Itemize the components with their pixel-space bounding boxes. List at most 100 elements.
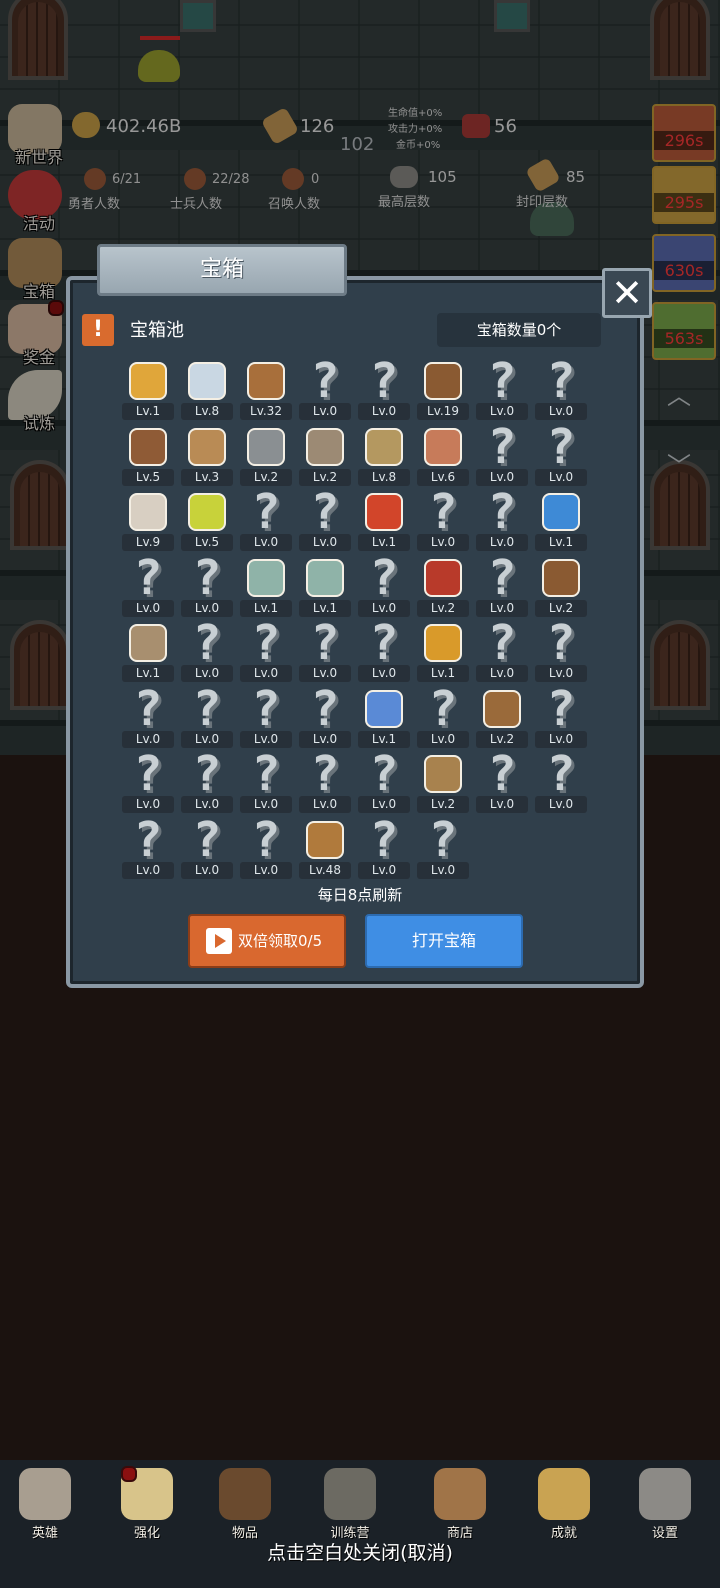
chest-item-slot[interactable]: ? Lv.0 [472,423,532,490]
chest-item-slot[interactable]: ? Lv.0 [118,554,178,621]
chest-item-slot[interactable]: ? Lv.0 [531,619,591,686]
chest-item-slot[interactable]: ? Lv.0 [295,750,355,817]
close-button[interactable]: ✕ [602,268,652,318]
chest-item-slot[interactable]: ? Lv.0 [177,619,237,686]
leather-armor-icon [421,358,465,404]
chest-item-slot[interactable]: ? Lv.0 [236,816,296,883]
chest-item-slot[interactable]: ? Lv.0 [354,619,414,686]
dagger-icon [185,424,229,470]
nav-item[interactable]: 训练营 [310,1460,390,1541]
chest-item-slot[interactable]: Lv.3 [177,424,237,490]
chest-item-slot[interactable]: Lv.1 [531,489,591,555]
chest-item-slot[interactable]: ? Lv.0 [295,615,355,686]
chest-item-slot[interactable]: Lv.2 [295,424,355,490]
chest-item-slot[interactable]: Lv.8 [354,424,414,490]
chest-item-slot[interactable]: Lv.2 [413,751,473,817]
chest-item-slot[interactable]: ? Lv.0 [472,488,532,555]
chest-item-slot[interactable]: ? Lv.0 [118,816,178,883]
blue-potion-icon [539,489,583,535]
chest-item-slot[interactable]: ? Lv.0 [413,488,473,555]
item-level: Lv.0 [476,599,528,617]
item-level: Lv.32 [240,403,292,420]
chest-item-slot[interactable]: ? Lv.0 [177,685,237,752]
nav-item[interactable]: 商店 [420,1460,500,1541]
chest-item-slot[interactable]: ? Lv.0 [236,685,296,752]
chest-item-slot[interactable]: Lv.1 [118,358,178,424]
chest-item-slot[interactable]: ? Lv.0 [354,750,414,817]
nav-item[interactable]: 成就 [524,1460,604,1541]
backpack-icon [480,686,524,732]
chest-item-slot[interactable]: ? Lv.0 [531,423,591,490]
chest-item-slot[interactable]: Lv.5 [177,489,237,555]
chest-item-slot[interactable]: ? Lv.0 [236,488,296,555]
chest-item-slot[interactable]: ? Lv.0 [354,357,414,424]
chest-item-slot[interactable]: ? Lv.0 [413,685,473,752]
item-level: Lv.5 [181,534,233,551]
chest-item-slot[interactable]: Lv.1 [236,555,296,621]
item-level: Lv.0 [476,468,528,486]
unknown-icon: ? [546,680,576,737]
nav-item[interactable]: 物品 [205,1460,285,1541]
unknown-icon: ? [310,615,340,671]
nav-item[interactable]: 英雄 [5,1460,85,1541]
chest-item-slot[interactable]: Lv.2 [236,424,296,490]
item-level: Lv.0 [535,665,587,682]
chest-item-slot[interactable]: ? Lv.0 [295,685,355,752]
item-level: Lv.0 [299,534,351,551]
chest-item-slot[interactable]: ? Lv.0 [295,488,355,555]
chest-item-slot[interactable]: Lv.9 [118,489,178,555]
chest-item-slot[interactable]: ? Lv.0 [354,811,414,883]
chest-item-slot[interactable]: ? Lv.0 [472,750,532,817]
chest-item-slot[interactable]: ? Lv.0 [354,549,414,621]
chest-item-slot[interactable]: ? Lv.0 [236,746,296,817]
chest-item-slot[interactable]: Lv.5 [118,424,178,490]
chest-item-slot[interactable]: ? Lv.0 [531,750,591,817]
chest-item-slot[interactable]: ? Lv.0 [177,816,237,883]
chest-item-slot[interactable]: ? Lv.0 [472,619,532,686]
chest-item-slot[interactable]: ? Lv.0 [413,816,473,883]
chest-item-slot[interactable]: ? Lv.0 [118,685,178,752]
chest-item-slot[interactable]: ? Lv.0 [472,554,532,621]
chest-item-slot[interactable]: ? Lv.0 [472,357,532,424]
nav-item[interactable]: 强化 [107,1460,187,1541]
chest-item-slot[interactable]: Lv.2 [413,555,473,621]
chest-item-slot[interactable]: Lv.32 [236,358,296,424]
chest-item-slot[interactable]: Lv.48 [295,817,355,883]
chest-item-slot[interactable]: Lv.2 [472,686,532,752]
chest-item-slot[interactable]: ? Lv.0 [531,680,591,752]
chest-item-slot[interactable]: ? Lv.0 [295,357,355,424]
item-level: Lv.0 [358,861,410,879]
item-level: Lv.0 [122,796,174,813]
chest-item-slot[interactable]: Lv.1 [118,620,178,686]
unknown-icon: ? [369,549,399,606]
item-level: Lv.0 [181,730,233,748]
alert-icon[interactable]: ! [82,314,114,346]
nav-item[interactable]: 设置 [625,1460,705,1541]
red-potion-icon [362,489,406,535]
chest-item-slot[interactable]: ? Lv.0 [236,619,296,686]
chest-item-slot[interactable]: ? Lv.0 [177,750,237,817]
beer-mug-icon [303,817,347,863]
item-level: Lv.19 [417,403,469,420]
chest-item-slot[interactable]: Lv.19 [413,358,473,424]
chest-item-slot[interactable]: Lv.2 [531,555,591,621]
double-claim-button[interactable]: 双倍领取0/5 [188,914,346,968]
chest-item-slot[interactable]: Lv.6 [413,424,473,490]
item-level: Lv.2 [417,599,469,617]
unknown-icon: ? [192,549,222,606]
chest-item-slot[interactable]: ? Lv.0 [531,357,591,424]
open-chest-button[interactable]: 打开宝箱 [365,914,523,968]
chest-item-slot[interactable]: ? Lv.0 [177,549,237,621]
red-vial-icon [421,555,465,601]
chest-item-slot[interactable]: Lv.1 [295,555,355,621]
unknown-icon: ? [369,811,399,868]
chest-item-slot[interactable]: Lv.1 [354,489,414,555]
chest-item-slot[interactable]: Lv.8 [177,358,237,424]
chest-item-slot[interactable]: ? Lv.0 [118,750,178,817]
flour-bowl-icon [126,489,170,535]
chest-item-slot[interactable]: Lv.1 [413,620,473,686]
chest-item-slot[interactable]: Lv.1 [354,686,414,752]
item-level: Lv.0 [299,665,351,682]
crown-icon [126,358,170,404]
unknown-icon: ? [251,746,281,802]
